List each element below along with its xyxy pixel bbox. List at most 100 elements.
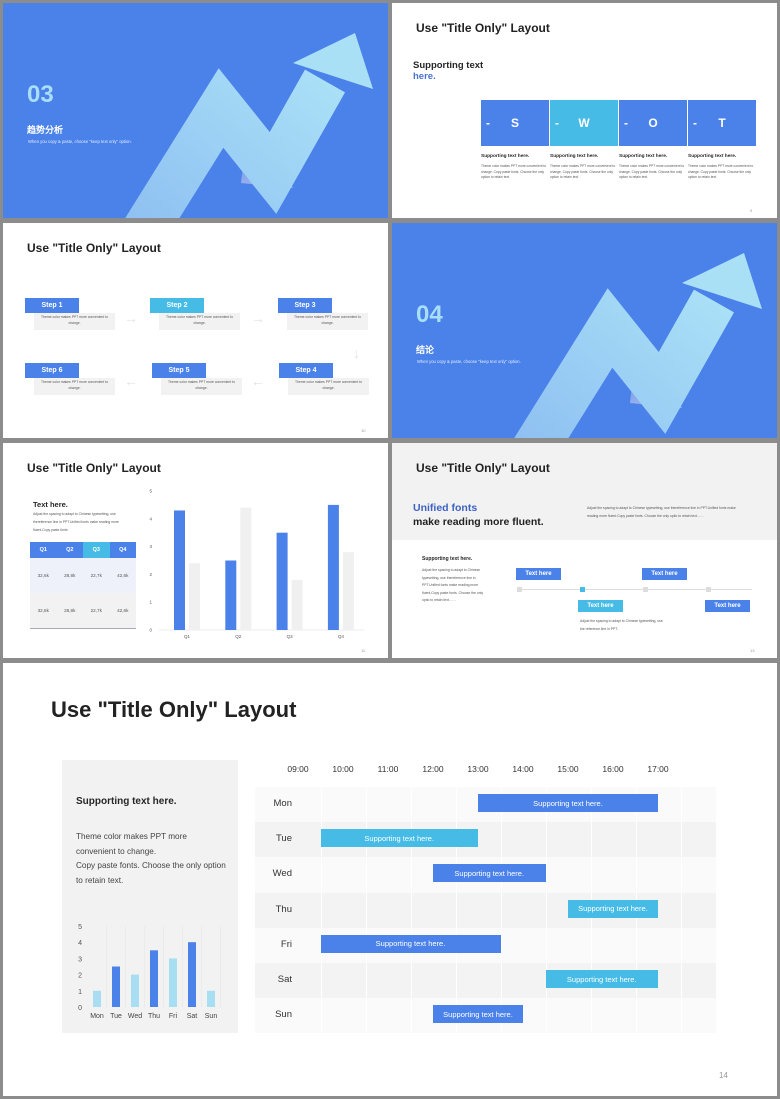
event-bar-sat[interactable]: Supporting text here. [545,970,658,988]
slide-title: Use "Title Only" Layout [416,21,550,35]
quarter-bar-chart: 0 1 2 3 4 5 Q1 Q2 Q3 Q4 [149,489,364,639]
swot-letter: T [718,116,726,130]
step-label-4: Step 4 [279,363,333,378]
step-description: Theme color makes PPT more convenient to… [167,380,236,390]
text-body: Adjust the spacing to adapt to Chinese t… [33,512,119,532]
swot-caption-body: Theme color makes PPT more convenient to… [619,164,685,180]
slide-swot[interactable]: Use "Title Only" Layout Supporting text … [392,3,777,218]
bar-q4-s1 [327,504,339,630]
dash: - [555,116,559,130]
swot-letter: W [578,116,590,130]
info-panel: Supporting text here. Theme color makes … [62,760,238,1033]
y-tick-label: 4 [149,516,152,521]
event-bar-wed[interactable]: Supporting text here. [433,864,546,883]
day-label: Fri [280,938,292,950]
x-tick-label: Tue [110,1013,122,1020]
step-description: Theme color makes PPT more convenient to… [293,315,362,325]
y-tick-label: 3 [149,544,152,549]
y-tick-label: 5 [149,489,152,494]
y-tick-label: 3 [78,956,82,963]
event-bar-thu[interactable]: Supporting text here. [568,899,658,918]
timeline-caption: Adjust the spacing to adapt to Chinese t… [580,619,663,631]
step-label-6: Step 6 [25,363,79,378]
arrow-icon: ← [124,373,138,389]
rising-arrow-graphic [125,33,373,218]
table-header: Q2 [56,542,83,558]
page-number: 9 [750,208,753,213]
y-tick-label: 4 [78,940,82,947]
slide-schedule[interactable]: Use "Title Only" Layout Supporting text … [3,663,777,1096]
slide-quarters[interactable]: Use "Title Only" Layout Text here. Adjus… [3,443,388,658]
time-label: 09:00 [287,764,309,774]
bar-q1-s2 [189,563,200,630]
timeline-label-box: Text here [516,568,561,580]
bar-fri [169,958,177,1007]
event-bar-fri[interactable]: Supporting text here. [320,934,501,953]
slide-section-04[interactable]: 04 结论 When you copy & paste, choose "kee… [392,223,777,438]
side-heading: Supporting text here. [422,556,473,562]
swot-cell-w: -W [550,100,618,146]
panel-line: Theme color makes PPT more [76,832,187,841]
table-header: Q1 [30,542,57,558]
x-tick-label: Fri [169,1013,178,1020]
swot-cell-t: -T [688,100,756,146]
timeline-line [517,589,752,590]
y-tick-label: 2 [78,973,82,980]
heading-line-2: here. [413,71,436,82]
event-bar-sun[interactable]: Supporting text here. [433,1005,523,1024]
panel-line: Copy paste fonts. Choose the only option [76,861,226,871]
slide-title: Use "Title Only" Layout [27,461,161,475]
gridline [500,787,502,1034]
x-tick-label: Q4 [338,634,345,639]
section-title: 趋势分析 [27,125,64,135]
swot-caption-heading: Supporting text here. [550,154,599,159]
table-bottom-rule [30,628,136,629]
rising-arrow-graphic [514,253,762,438]
swot-caption-heading: Supporting text here. [619,154,668,159]
bar-q3-s2 [291,579,303,630]
table-cell: 28,8k [64,573,76,578]
event-bar-mon[interactable]: Supporting text here. [478,794,658,812]
table-cell: 42,6k [117,573,129,578]
timeline-label-box: Text here [578,600,623,612]
timeline-node [643,587,648,592]
bar-mon [93,990,101,1007]
time-label: 13:00 [467,764,489,774]
timeline-node [580,587,585,592]
swot-caption-heading: Supporting text here. [688,154,737,159]
day-label: Tue [275,833,292,845]
y-tick-label: 5 [78,924,82,931]
slide-title: Use "Title Only" Layout [51,697,297,722]
arrow-icon: → [124,310,138,326]
weekday-bar-chart: 0 1 2 3 4 5 Mon Tue Wed Thu Fri Sat Sun [78,924,221,1020]
y-tick-label: 2 [149,572,152,577]
swot-heading: Supporting text here. [413,60,483,82]
step-label-1: Step 1 [25,298,79,313]
gridline [680,787,682,1034]
time-label: 10:00 [332,764,354,774]
swot-caption-body: Theme color makes PPT more convenient to… [688,164,754,180]
table-cell: 28,8k [64,608,76,613]
table-cell: 32,6k [37,573,49,578]
step-description: Theme color makes PPT more convenient to… [294,380,363,390]
time-label: 11:00 [377,764,399,774]
dash: - [693,116,697,130]
step-label-2: Step 2 [150,298,204,313]
gridline [410,787,412,1034]
x-tick-label: Mon [90,1013,104,1020]
headline-blue: Unified fonts [413,502,478,514]
slide-steps[interactable]: Use "Title Only" Layout Theme color make… [3,223,388,438]
time-label: 17:00 [647,764,669,774]
slide-timeline[interactable]: Use "Title Only" Layout Unified fonts ma… [392,443,777,658]
panel-line: to retain text. [76,875,124,885]
bar-sat [188,942,196,1007]
event-bar-tue[interactable]: Supporting text here. [320,829,478,848]
page-number: 13 [750,648,755,653]
section-title: 结论 [416,345,435,355]
day-label: Wed [272,868,292,880]
day-label: Sat [277,974,292,985]
slide-section-03[interactable]: 03 趋势分析 When you copy & paste, choose "k… [3,3,388,218]
table-cell: 32,6k [37,608,49,613]
bar-wed [131,974,139,1007]
time-label: 15:00 [557,764,579,774]
